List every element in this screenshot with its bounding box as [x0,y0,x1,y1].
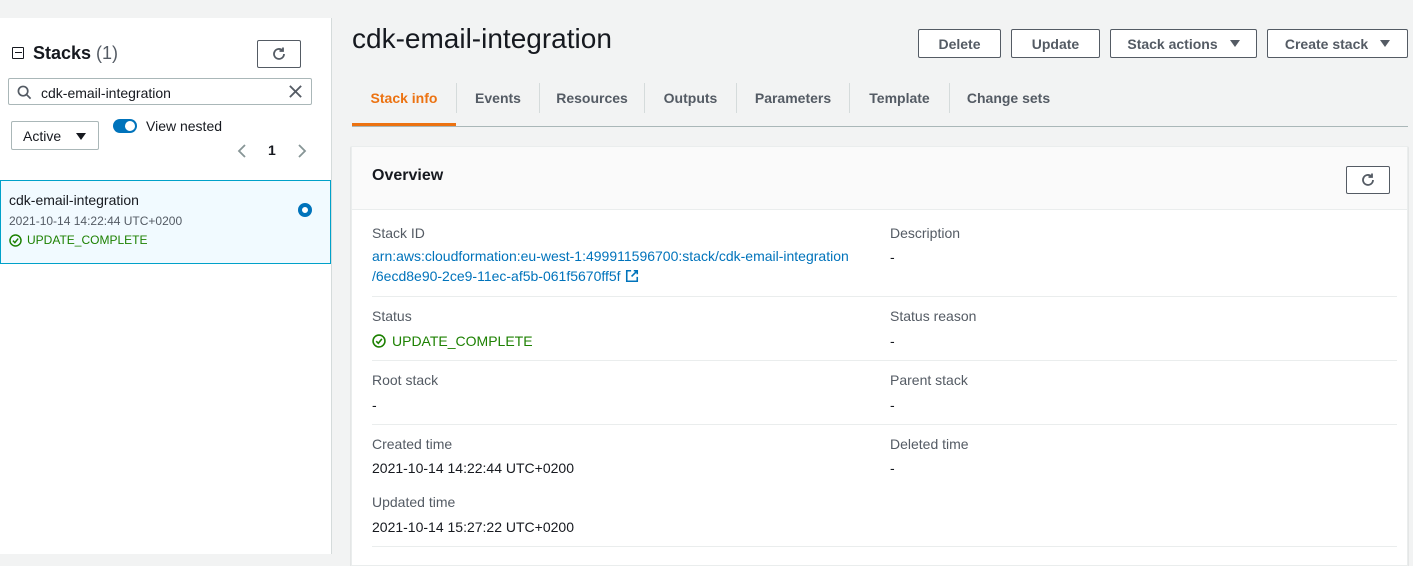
status-filter-select[interactable]: Active [11,121,99,150]
chevron-right-icon[interactable] [296,143,308,159]
filter-value: Active [23,128,62,144]
refresh-icon [273,47,285,60]
description-value: - [890,249,895,265]
search-icon [17,85,32,100]
create-stack-button[interactable]: Create stack [1267,29,1408,58]
status-label: Status [372,308,412,324]
overview-refresh-button[interactable] [1346,166,1390,194]
stack-item-status-text: UPDATE_COMPLETE [27,233,148,247]
stack-actions-label: Stack actions [1127,35,1218,52]
caret-down-icon [1229,40,1240,47]
root-stack-label: Root stack [372,372,439,388]
stacks-panel: Stacks (1) cdk-email-integration Active … [0,18,332,554]
stacks-refresh-button[interactable] [257,40,301,68]
stack-item-name: cdk-email-integration [9,192,139,208]
stacks-heading: Stacks (1) [12,42,118,64]
refresh-icon [1362,173,1374,186]
description-label: Description [890,225,961,241]
update-button[interactable]: Update [1011,29,1100,58]
tab-parameters[interactable]: Parameters [737,80,849,124]
status-success-icon [372,334,386,348]
clear-icon[interactable] [288,84,303,99]
external-link-icon [625,269,638,283]
tab-stack-info[interactable]: Stack info [352,80,456,126]
stack-search-input[interactable]: cdk-email-integration [8,78,312,105]
stack-id-link[interactable]: arn:aws:cloudformation:eu-west-1:4999115… [372,246,872,286]
updated-time-value: 2021-10-14 15:27:22 UTC+0200 [372,519,574,535]
stack-id-label: Stack ID [372,225,425,241]
breadcrumb [0,0,1413,6]
caret-down-icon [76,133,86,140]
caret-down-icon [1380,40,1391,47]
collapse-square-icon[interactable] [12,47,24,59]
pagination: 1 [236,142,312,160]
delete-button[interactable]: Delete [918,29,1001,58]
delete-button-label: Delete [938,35,981,52]
create-stack-label: Create stack [1284,35,1369,52]
stack-id-line2: /6ecd8e90-2ce9-11ec-af5b-061f5670ff5f [372,268,621,284]
update-button-label: Update [1031,35,1080,52]
updated-time-label: Updated time [372,494,456,510]
stack-item-time: 2021-10-14 14:22:44 UTC+0200 [9,214,183,228]
toggle-knob [125,121,135,131]
row-divider [372,424,1397,425]
overview-header: Overview [352,147,1407,210]
page-number[interactable]: 1 [268,142,276,158]
row-divider [372,296,1397,297]
tab-change-sets[interactable]: Change sets [950,80,1067,124]
stack-list-item[interactable]: cdk-email-integration 2021-10-14 14:22:4… [0,180,331,264]
row-divider [372,546,1397,547]
status-value-text: UPDATE_COMPLETE [392,333,533,349]
radio-selected-icon[interactable] [298,203,312,217]
chevron-left-icon[interactable] [236,143,248,159]
stacks-count: (1) [96,42,119,63]
stack-id-line1: arn:aws:cloudformation:eu-west-1:4999115… [372,248,849,264]
parent-stack-label: Parent stack [890,372,968,388]
stack-tabs: Stack info Events Resources Outputs Para… [352,80,1408,127]
root-stack-value: - [372,397,377,413]
tab-events[interactable]: Events [457,80,539,124]
status-reason-label: Status reason [890,308,977,324]
deleted-time-value: - [890,460,895,476]
status-success-icon [9,233,22,247]
status-reason-value: - [890,333,895,349]
tab-template[interactable]: Template [850,80,949,124]
stacks-title: Stacks [33,42,92,63]
overview-panel: Overview Stack ID arn:aws:cloudformation… [351,146,1408,566]
status-value: UPDATE_COMPLETE [372,333,533,349]
parent-stack-value: - [890,397,895,413]
stack-actions-button[interactable]: Stack actions [1110,29,1257,58]
page-title: cdk-email-integration [352,23,612,54]
overview-title: Overview [372,167,444,184]
tab-outputs[interactable]: Outputs [645,80,736,124]
view-nested-label: View nested [146,118,223,134]
tab-resources[interactable]: Resources [540,80,644,124]
created-time-label: Created time [372,436,453,452]
search-value: cdk-email-integration [41,85,171,101]
deleted-time-label: Deleted time [890,436,969,452]
view-nested-toggle[interactable] [113,119,137,133]
created-time-value: 2021-10-14 14:22:44 UTC+0200 [372,460,574,476]
row-divider [372,360,1397,361]
stack-item-status: UPDATE_COMPLETE [9,233,147,247]
